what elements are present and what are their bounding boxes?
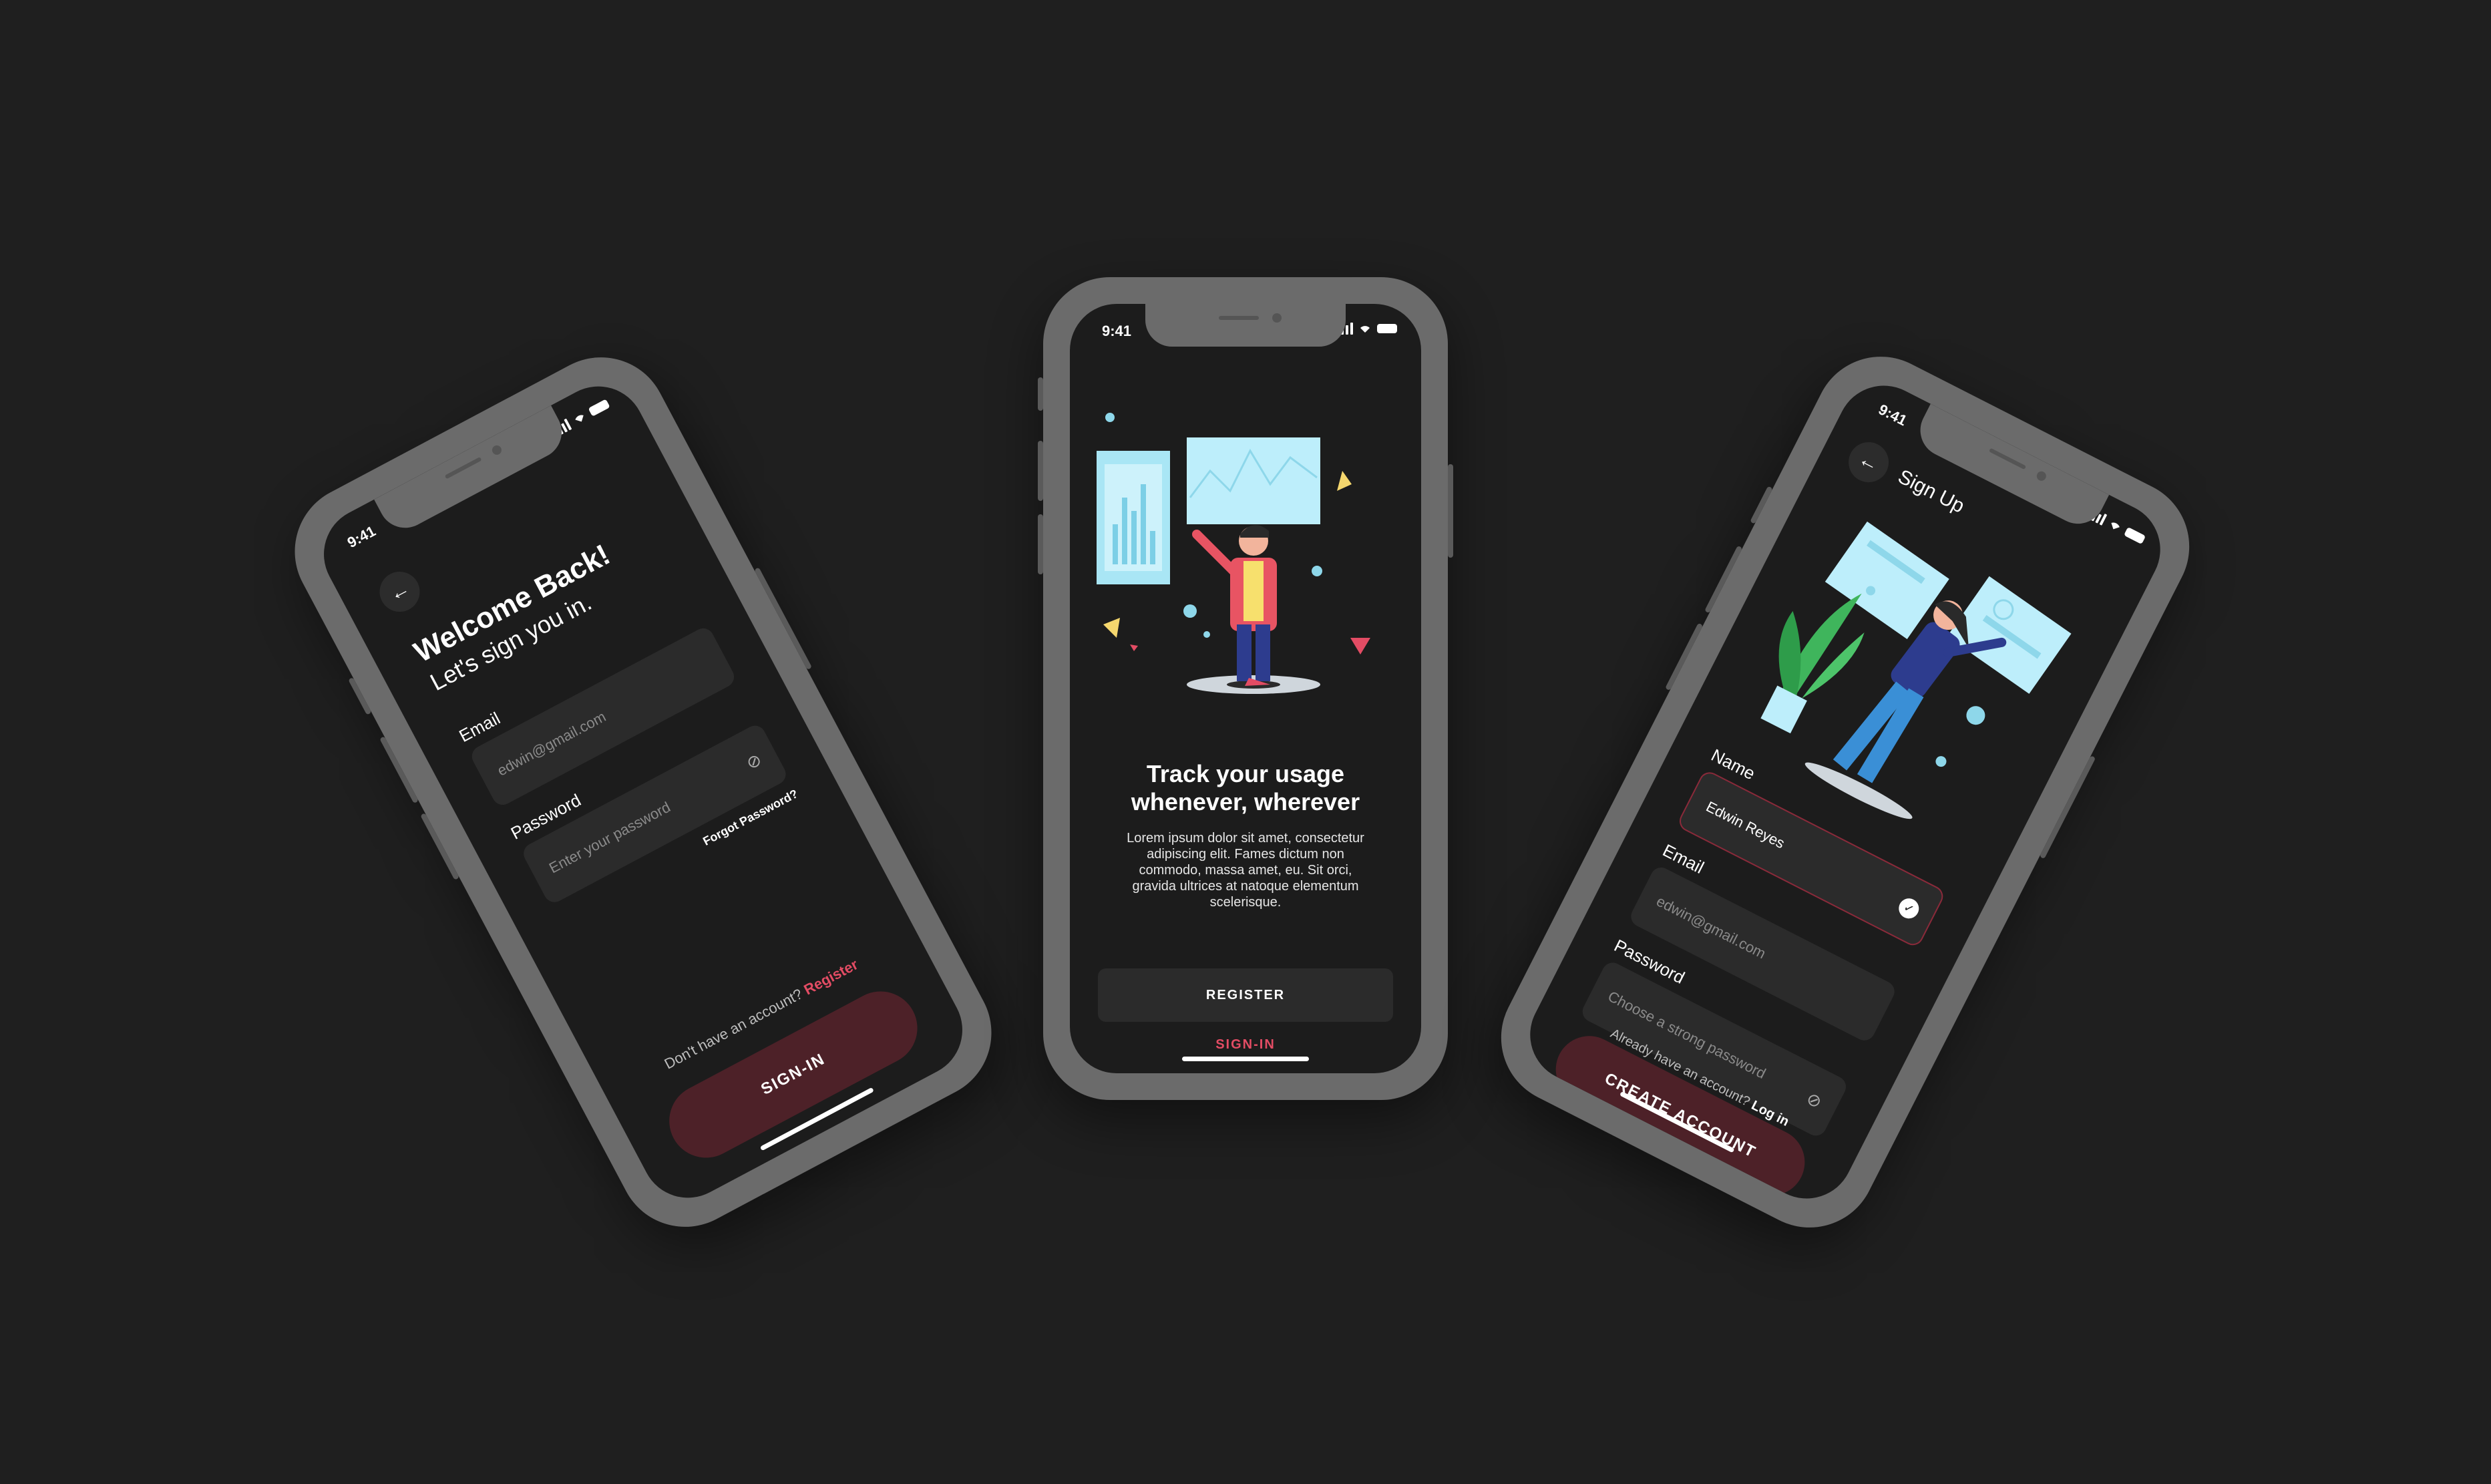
register-button[interactable]: REGISTER <box>1098 968 1393 1022</box>
wifi-icon <box>2111 522 2120 530</box>
status-time: 9:41 <box>1102 323 1132 339</box>
phone-onboarding: 9:41 Track your usage whenever, wherever… <box>1038 277 1453 1100</box>
signin-button[interactable]: SIGN-IN <box>656 978 930 1171</box>
status-time: 9:41 <box>1875 401 1910 429</box>
back-button[interactable]: ← <box>1841 435 1896 490</box>
back-button[interactable]: ← <box>372 564 427 619</box>
battery-icon <box>2124 526 2146 545</box>
onboarding-title: Track your usage whenever, wherever <box>1131 760 1360 815</box>
name-value: Edwin Reyes <box>1703 797 1788 852</box>
phone-signin: 9:41 ← Welcome Back! Let's sign you in. … <box>271 333 1015 1251</box>
signin-link[interactable]: SIGN-IN <box>1070 1037 1421 1053</box>
status-time: 9:41 <box>344 522 379 552</box>
home-indicator <box>1182 1057 1309 1061</box>
email-placeholder: edwin@gmail.com <box>494 708 609 779</box>
battery-icon <box>588 399 610 417</box>
eye-off-icon[interactable]: ⊘ <box>1803 1087 1825 1113</box>
wifi-icon <box>575 415 584 422</box>
email-placeholder: edwin@gmail.com <box>1654 892 1769 962</box>
check-icon: ✓ <box>1895 895 1923 922</box>
back-arrow-icon: ← <box>385 576 414 606</box>
phone-signup: 9:41 ← Sign Up Name Edwin Reyes ✓ Email … <box>1478 333 2213 1251</box>
register-link[interactable]: Register <box>801 956 860 998</box>
battery-icon <box>1377 324 1397 333</box>
signup-title: Sign Up <box>1894 465 1968 518</box>
back-arrow-icon: ← <box>1855 447 1883 477</box>
onboarding-body: Lorem ipsum dolor sit amet, consectetur … <box>1127 831 1364 910</box>
onboarding-screen: 9:41 Track your usage whenever, wherever… <box>1070 304 1421 1073</box>
wifi-icon <box>1360 326 1370 333</box>
eye-off-icon[interactable]: ⊘ <box>743 749 765 774</box>
onboarding-illustration <box>1097 413 1370 694</box>
